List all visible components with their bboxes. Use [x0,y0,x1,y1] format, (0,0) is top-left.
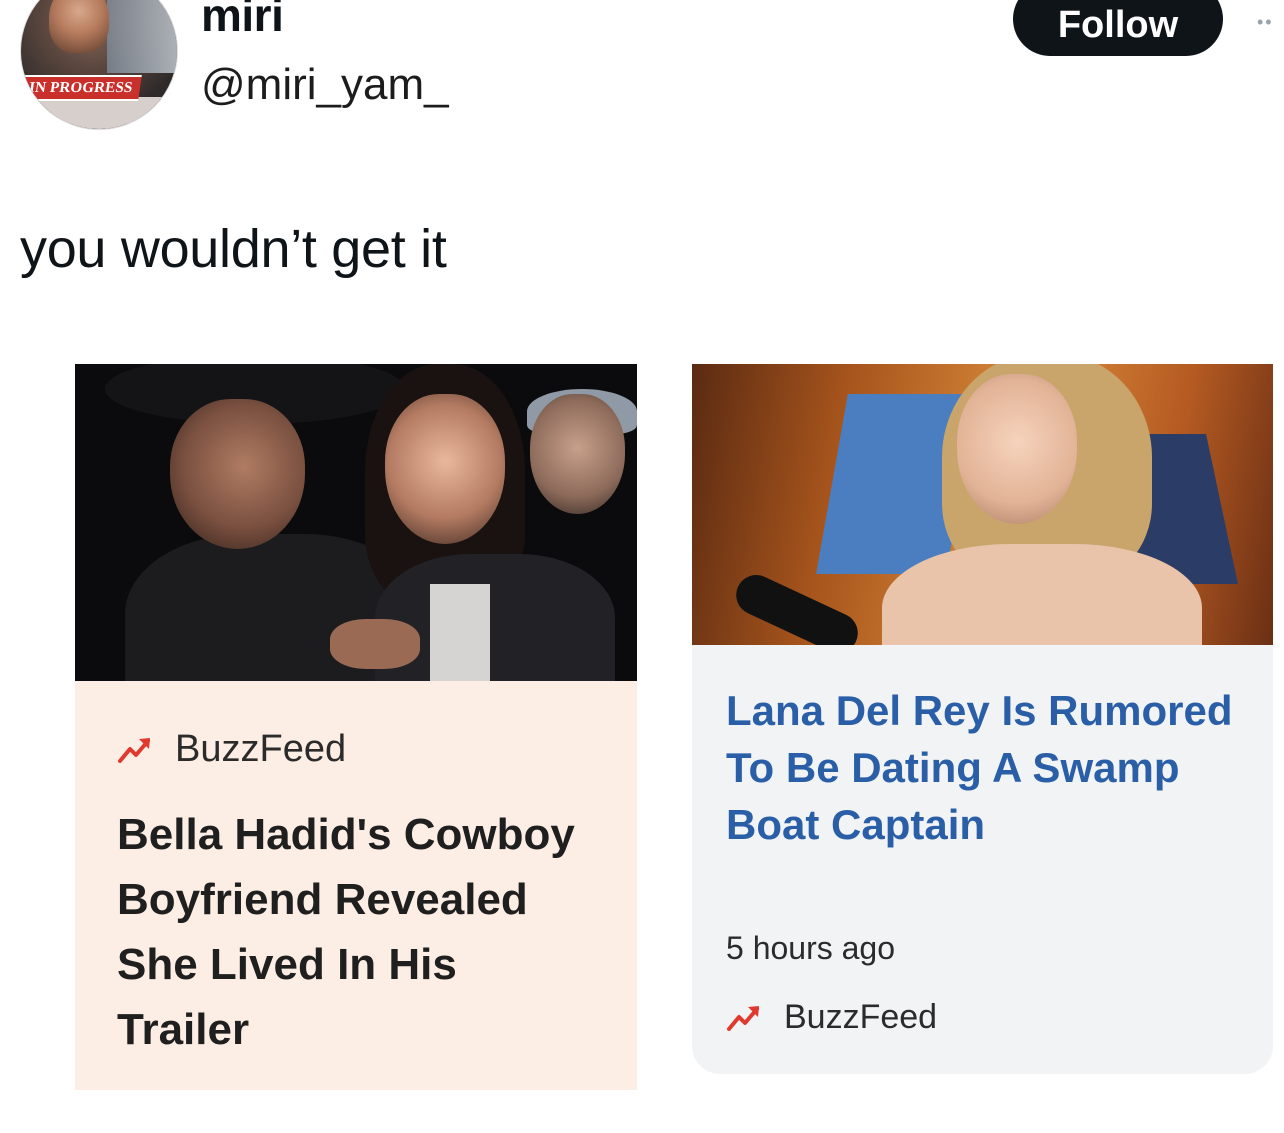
photo-person-face [957,374,1077,524]
photo-person-face [385,394,505,544]
buzzfeed-trending-arrow-icon [118,737,150,763]
tweet-text: you wouldn’t get it [20,219,447,279]
photo-hands [330,619,420,669]
news-headline[interactable]: Lana Del Rey Is Rumored To Be Dating A S… [726,682,1246,853]
news-card-image[interactable] [692,364,1273,645]
news-card-image[interactable] [75,364,637,681]
more-options-icon[interactable]: •• [1257,12,1274,33]
photo-person-body [882,544,1202,645]
photo-person-face [530,394,625,514]
user-handle[interactable]: @miri_yam_ [201,60,449,110]
avatar[interactable]: IN PROGRESS [20,0,178,130]
news-source-label: BuzzFeed [175,728,347,770]
avatar-photo-background [107,0,177,73]
buzzfeed-trending-arrow-icon [727,1005,759,1031]
news-headline[interactable]: Bella Hadid's Cowboy Boyfriend Revealed … [117,802,597,1062]
photo-person-face [170,399,305,549]
news-source: BuzzFeed [117,728,346,771]
photo-person-shirt [430,584,490,681]
news-card-bella[interactable]: BuzzFeed Bella Hadid's Cowboy Boyfriend … [75,364,637,1090]
display-name[interactable]: miri [201,0,284,42]
photo-microphone [729,568,865,645]
avatar-photo-figure [49,0,109,53]
news-source: BuzzFeed [726,998,937,1037]
follow-button[interactable]: Follow [1013,0,1223,56]
avatar-photo-lower [21,97,177,129]
news-card-lana[interactable]: Lana Del Rey Is Rumored To Be Dating A S… [692,364,1273,1074]
news-source-label: BuzzFeed [784,998,938,1036]
avatar-banner: IN PROGRESS [21,75,143,101]
news-timestamp: 5 hours ago [726,930,896,966]
